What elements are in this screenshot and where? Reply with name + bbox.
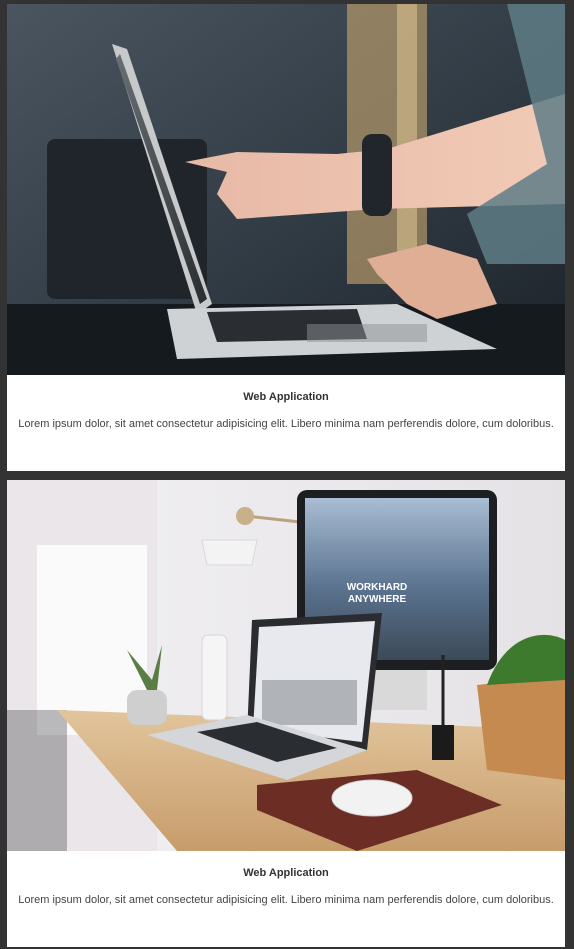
card-title: Web Application [243, 391, 329, 403]
svg-text:ANYWHERE: ANYWHERE [348, 594, 407, 605]
card-title: Web Application [243, 867, 329, 879]
portfolio-card[interactable]: Web Application Lorem ipsum dolor, sit a… [7, 4, 565, 471]
card-image: WORKHARD ANYWHERE [7, 480, 565, 851]
card-text: Lorem ipsum dolor, sit amet consectetur … [18, 418, 554, 430]
svg-text:WORKHARD: WORKHARD [347, 582, 408, 593]
card-image [7, 4, 565, 375]
portfolio-card[interactable]: WORKHARD ANYWHERE Web Application Lorem … [7, 480, 565, 947]
card-text: Lorem ipsum dolor, sit amet consectetur … [18, 894, 554, 906]
